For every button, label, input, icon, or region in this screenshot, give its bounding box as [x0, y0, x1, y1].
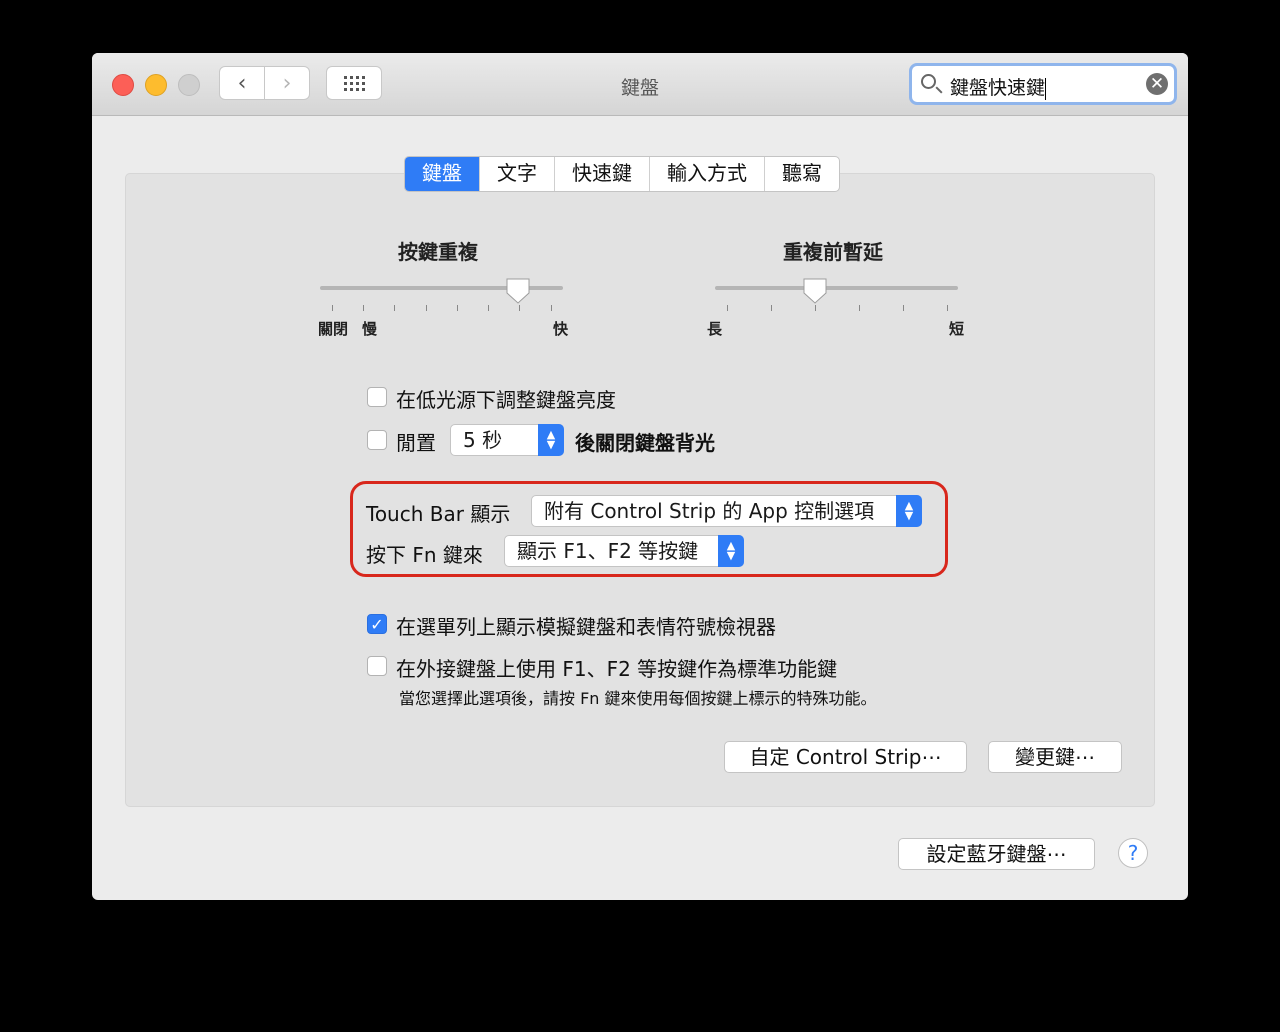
idle-suffix-label: 後關閉鍵盤背光: [575, 431, 715, 455]
tab-keyboard[interactable]: 鍵盤: [405, 157, 480, 191]
key-repeat-off-label: 關閉: [318, 320, 349, 338]
search-field[interactable]: 鍵盤快速鍵 ✕: [909, 63, 1177, 105]
modifier-keys-button[interactable]: 變更鍵⋯: [988, 741, 1122, 773]
low-light-checkbox[interactable]: [367, 387, 387, 407]
tab-shortcuts[interactable]: 快速鍵: [555, 157, 650, 191]
idle-duration-select[interactable]: 5 秒 ▲ ▼: [450, 424, 564, 456]
delay-thumb[interactable]: [802, 277, 828, 305]
delay-until-repeat-label: 重複前暫延: [783, 240, 883, 264]
fn-key-value: 顯示 F1、F2 等按鍵: [517, 539, 699, 563]
tab-dictation[interactable]: 聽寫: [765, 157, 839, 191]
key-repeat-label: 按鍵重複: [398, 240, 478, 264]
updown-arrows-icon: ▲ ▼: [538, 424, 564, 456]
key-repeat-slow-label: 慢: [362, 320, 378, 338]
fn-key-select[interactable]: 顯示 F1、F2 等按鍵 ▲ ▼: [504, 535, 744, 567]
idle-label: 閒置: [396, 431, 436, 455]
search-input[interactable]: 鍵盤快速鍵: [950, 73, 1047, 100]
question-mark-icon: ?: [1127, 841, 1139, 865]
f-keys-hint: 當您選擇此選項後，請按 Fn 鍵來使用每個按鍵上標示的特殊功能。: [399, 689, 877, 708]
keyboard-preferences-window: ‹ › 鍵盤 鍵盤快速鍵 ✕ 鍵盤 文字 快速鍵 輸入方式 聽寫 按鍵重複 關閉…: [92, 53, 1188, 900]
show-viewer-label: 在選單列上顯示模擬鍵盤和表情符號檢視器: [396, 615, 776, 639]
show-viewer-checkbox[interactable]: ✓: [367, 614, 387, 634]
clear-search-icon[interactable]: ✕: [1146, 73, 1168, 95]
tab-input-sources[interactable]: 輸入方式: [650, 157, 765, 191]
updown-arrows-icon: ▲ ▼: [718, 535, 744, 567]
key-repeat-thumb[interactable]: [505, 277, 531, 305]
low-light-label: 在低光源下調整鍵盤亮度: [396, 388, 616, 412]
key-repeat-fast-label: 快: [553, 320, 569, 338]
title-bar: ‹ › 鍵盤 鍵盤快速鍵 ✕: [92, 53, 1188, 116]
delay-track[interactable]: [715, 286, 958, 290]
f-keys-checkbox[interactable]: [367, 656, 387, 676]
touchbar-select[interactable]: 附有 Control Strip 的 App 控制選項 ▲ ▼: [531, 495, 922, 527]
search-icon: [921, 74, 936, 89]
touchbar-label: Touch Bar 顯示: [366, 502, 511, 526]
delay-long-label: 長: [707, 320, 723, 338]
tab-text[interactable]: 文字: [480, 157, 555, 191]
checkmark-icon: ✓: [370, 615, 384, 634]
help-button[interactable]: ?: [1118, 838, 1148, 868]
updown-arrows-icon: ▲ ▼: [896, 495, 922, 527]
f-keys-label: 在外接鍵盤上使用 F1、F2 等按鍵作為標準功能鍵: [396, 657, 838, 681]
setup-bluetooth-keyboard-button[interactable]: 設定藍牙鍵盤⋯: [898, 838, 1095, 870]
delay-short-label: 短: [949, 320, 965, 338]
touchbar-value: 附有 Control Strip 的 App 控制選項: [544, 499, 875, 523]
tab-bar: 鍵盤 文字 快速鍵 輸入方式 聽寫: [404, 156, 840, 192]
customize-control-strip-button[interactable]: 自定 Control Strip⋯: [724, 741, 967, 773]
idle-checkbox[interactable]: [367, 430, 387, 450]
idle-duration-value: 5 秒: [463, 428, 503, 452]
fn-key-label: 按下 Fn 鍵來: [366, 543, 483, 567]
